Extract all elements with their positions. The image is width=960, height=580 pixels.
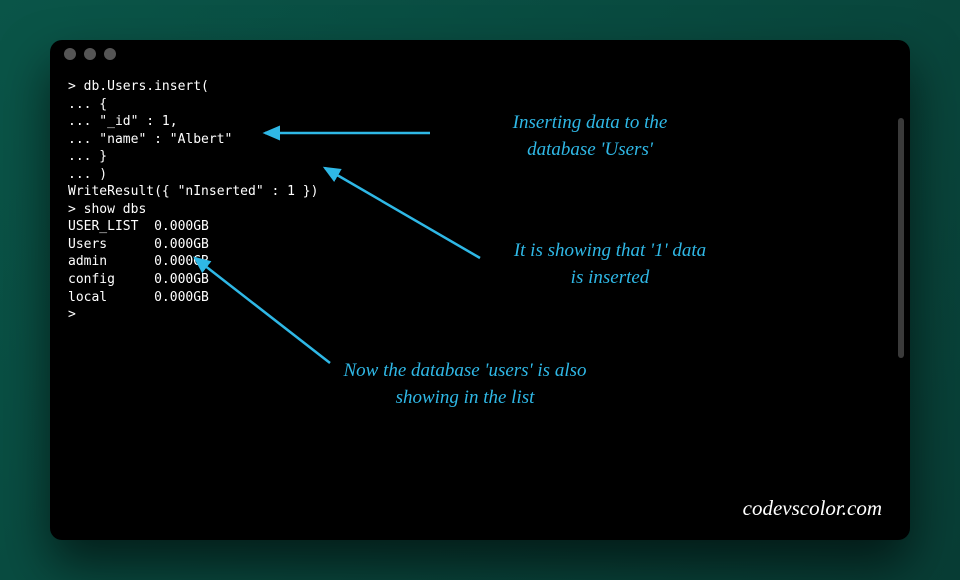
minimize-dot[interactable] bbox=[84, 48, 96, 60]
terminal-body[interactable]: > db.Users.insert( ... { ... "_id" : 1, … bbox=[50, 68, 910, 540]
close-dot[interactable] bbox=[64, 48, 76, 60]
watermark: codevscolor.com bbox=[743, 494, 882, 522]
terminal-window: > db.Users.insert( ... { ... "_id" : 1, … bbox=[50, 40, 910, 540]
annotation-insert: Inserting data to the database 'Users' bbox=[430, 110, 750, 163]
maximize-dot[interactable] bbox=[104, 48, 116, 60]
window-titlebar bbox=[50, 40, 910, 68]
annotation-writeresult: It is showing that '1' data is inserted bbox=[450, 238, 770, 291]
annotation-showdbs: Now the database 'users' is also showing… bbox=[250, 358, 680, 411]
scrollbar[interactable] bbox=[898, 118, 904, 358]
